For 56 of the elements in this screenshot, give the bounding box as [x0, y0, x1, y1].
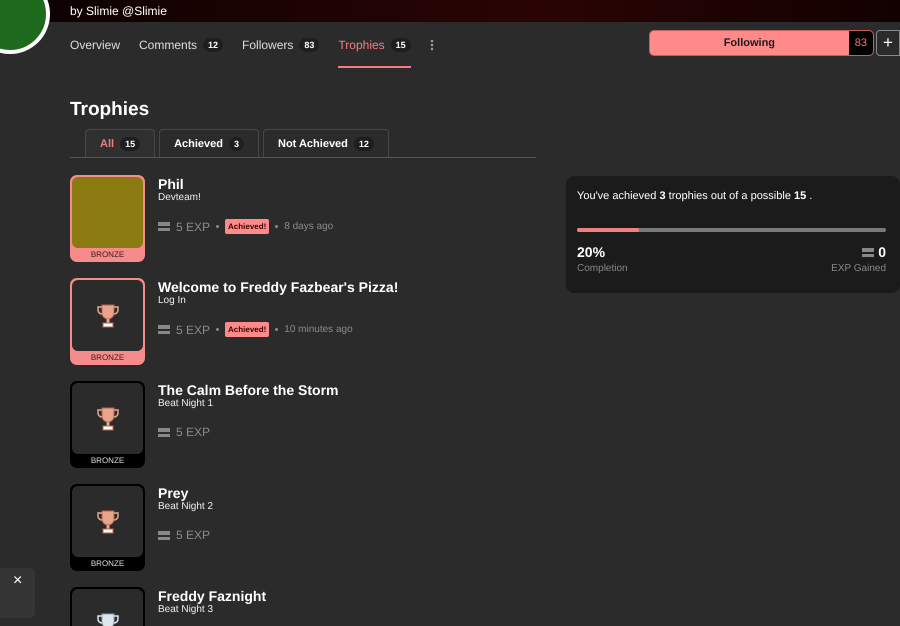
- progress-summary: You've achieved 3 trophies out of a possible 15 .: [577, 190, 814, 202]
- achieved-badge: Achieved!: [225, 322, 270, 337]
- count-pill: 83: [299, 38, 320, 52]
- exp-amount: 5 EXP: [176, 425, 210, 439]
- count-pill: 3: [229, 136, 244, 150]
- achieved-time: 10 minutes ago: [284, 324, 353, 335]
- completion-label: Completion: [577, 263, 628, 274]
- trophy-title: The Calm Before the Storm: [158, 382, 338, 398]
- trophy-title: Freddy Faznight: [158, 588, 266, 604]
- trophy-icon: [96, 510, 118, 534]
- exp-icon: [158, 428, 170, 436]
- tier-label: BRONZE: [90, 559, 126, 568]
- section-heading: Trophies: [70, 98, 150, 122]
- trophy-description: Beat Night 1: [158, 398, 214, 410]
- filter-tab[interactable]: Achieved 3: [159, 129, 260, 157]
- exp-amount: 5 EXP: [176, 528, 210, 542]
- trophy-picture: [72, 177, 143, 248]
- trophy-description: Devteam!: [158, 192, 202, 204]
- exp-icon: [158, 530, 170, 540]
- close-button[interactable]: ×: [13, 572, 22, 590]
- completion-percent: 20%: [577, 244, 606, 260]
- exp-icon: [862, 248, 874, 256]
- exp-icon: [158, 325, 170, 334]
- achieved-badge: Achieved!: [225, 219, 270, 234]
- tier-label: BRONZE: [90, 250, 126, 259]
- trophy-description: Beat Night 3: [158, 604, 214, 616]
- count-pill: 15: [120, 136, 140, 150]
- more-icon[interactable]: [430, 39, 434, 51]
- trophy-title: Prey: [158, 485, 190, 501]
- achieved-time: 8 days ago: [284, 221, 334, 232]
- tier-label: BRONZE: [90, 353, 126, 362]
- add-button[interactable]: +: [876, 30, 900, 56]
- trophy-icon: [96, 304, 118, 328]
- exp-amount: 5 EXP: [176, 220, 210, 234]
- profile-tab[interactable]: Overview: [70, 22, 120, 68]
- filter-tab[interactable]: Not Achieved 12: [263, 129, 389, 157]
- author-byline: by Slimie @Slimie: [70, 4, 167, 18]
- exp-total: 0: [878, 244, 886, 260]
- trophy-icon: [96, 406, 118, 430]
- filter-tab[interactable]: All 15: [85, 129, 156, 157]
- count-pill: 12: [203, 38, 224, 52]
- tier-label: BRONZE: [90, 456, 126, 465]
- trophy-title: Phil: [158, 176, 185, 192]
- profile-tab[interactable]: Trophies 15: [338, 22, 411, 68]
- profile-tab[interactable]: Comments 12: [139, 22, 224, 68]
- trophy-description: Beat Night 2: [158, 501, 214, 513]
- exp-label: EXP Gained: [831, 263, 886, 274]
- trophy-description: Log In: [158, 295, 187, 307]
- count-pill: 12: [354, 136, 374, 150]
- following-button[interactable]: Following 83: [649, 30, 874, 56]
- exp-icon: [158, 222, 170, 231]
- profile-tab[interactable]: Followers 83: [242, 22, 320, 68]
- trophy-title: Welcome to Freddy Fazbear's Pizza!: [158, 279, 398, 295]
- count-pill: 15: [390, 38, 411, 52]
- exp-amount: 5 EXP: [176, 322, 210, 336]
- follower-count: 83: [848, 31, 873, 55]
